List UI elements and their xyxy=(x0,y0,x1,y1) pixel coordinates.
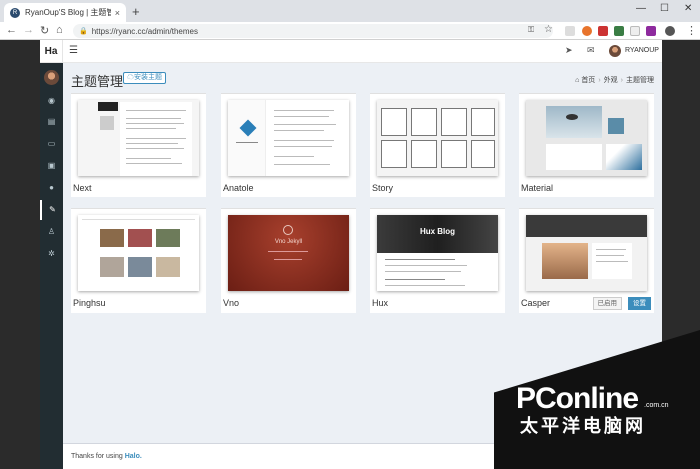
breadcrumb: ⌂ 首页 › 外观 › 主题管理 xyxy=(575,77,654,84)
breadcrumb-appearance[interactable]: 外观 xyxy=(604,77,618,84)
posts-icon[interactable]: ▤ xyxy=(40,112,63,132)
key-icon[interactable]: ⚿ xyxy=(528,25,534,35)
hux-thumb-title: Hux Blog xyxy=(419,227,456,236)
extension-icon[interactable] xyxy=(646,26,656,36)
theme-preview xyxy=(78,215,199,291)
username[interactable]: RYANOUP xyxy=(625,47,659,54)
watermark-text: PConline xyxy=(516,382,639,415)
back-icon[interactable]: ← xyxy=(6,24,17,36)
menu-toggle-icon[interactable]: ☰ xyxy=(69,45,78,56)
settings-gear-icon[interactable]: ✲ xyxy=(40,244,63,264)
tab-close-icon[interactable]: × xyxy=(115,8,120,18)
theme-name: Pinghsu xyxy=(73,298,106,308)
extension-icon[interactable] xyxy=(630,26,640,36)
theme-name: Next xyxy=(73,183,92,193)
theme-card-material[interactable]: Material xyxy=(519,93,654,197)
extension-icon[interactable] xyxy=(614,26,624,36)
user-icon[interactable]: ♙ xyxy=(40,222,63,242)
theme-name: Hux xyxy=(372,298,389,308)
forward-icon[interactable]: → xyxy=(23,24,34,36)
pages-icon[interactable]: ▭ xyxy=(40,134,63,154)
footer-text: Thanks for using Halo. xyxy=(71,453,142,460)
browser-tabbar: R RyanOup'S Blog | 主题管理 × + — ☐ ✕ xyxy=(0,0,700,22)
brand-logo[interactable]: Ha xyxy=(40,40,63,63)
theme-card-casper[interactable]: Casper 已启用 设置 xyxy=(519,208,654,313)
new-tab-button[interactable]: + xyxy=(132,4,140,19)
theme-name: Anatole xyxy=(223,183,254,193)
browser-tab[interactable]: R RyanOup'S Blog | 主题管理 × xyxy=(4,3,126,22)
theme-name: Casper xyxy=(521,298,551,308)
window-maximize-button[interactable]: ☐ xyxy=(660,3,669,14)
window-minimize-button[interactable]: — xyxy=(636,3,646,14)
theme-settings-button[interactable]: 设置 xyxy=(628,297,651,310)
sidebar-avatar xyxy=(44,70,59,85)
lock-icon: 🔒 xyxy=(79,28,88,35)
breadcrumb-current: 主题管理 xyxy=(626,77,654,84)
header-avatar[interactable] xyxy=(609,45,621,57)
dashboard-icon[interactable]: ◉ xyxy=(40,91,63,111)
install-theme-label: 安装主题 xyxy=(134,74,162,81)
breadcrumb-home[interactable]: 首页 xyxy=(581,77,595,84)
extension-icon[interactable] xyxy=(582,26,592,36)
theme-card-vno[interactable]: Vno Jekyll Vno xyxy=(221,208,356,313)
home-icon[interactable]: ⌂ xyxy=(56,24,63,36)
theme-preview xyxy=(377,100,498,176)
appearance-brush-icon[interactable]: ✎ xyxy=(40,200,63,220)
tab-title: RyanOup'S Blog | 主题管理 xyxy=(25,8,111,17)
top-header: ☰ ➤ ✉ RYANOUP xyxy=(63,40,662,63)
theme-name: Story xyxy=(372,183,394,193)
extension-icon[interactable] xyxy=(565,26,575,36)
theme-enabled-button[interactable]: 已启用 xyxy=(592,297,622,310)
pconline-watermark: PConline .com.cn 太平洋电脑网 xyxy=(494,330,700,469)
theme-preview: Hux Blog xyxy=(377,215,498,291)
footer-prefix: Thanks for using xyxy=(71,453,125,460)
extension-icon[interactable] xyxy=(598,26,608,36)
theme-name: Vno xyxy=(223,298,240,308)
vno-thumb-title: Vno Jekyll xyxy=(274,239,303,245)
install-theme-button[interactable]: ☁安装主题 xyxy=(123,72,166,84)
theme-card-story[interactable]: Story xyxy=(370,93,505,197)
browser-toolbar: ← → ↻ ⌂ 🔒 https://ryanc.cc/admin/themes … xyxy=(0,22,700,40)
page-title: 主题管理 xyxy=(71,74,124,89)
theme-preview xyxy=(228,100,349,176)
site-favicon-icon: R xyxy=(10,7,20,18)
mail-icon[interactable]: ✉ xyxy=(587,45,595,56)
theme-preview: Vno Jekyll xyxy=(228,215,349,291)
theme-card-next[interactable]: Next xyxy=(71,93,206,197)
theme-preview xyxy=(526,100,647,176)
theme-card-hux[interactable]: Hux Blog Hux xyxy=(370,208,505,313)
bookmark-star-icon[interactable]: ☆ xyxy=(544,24,553,35)
watermark-domain: .com.cn xyxy=(644,402,669,409)
theme-name: Material xyxy=(521,183,554,193)
url-text: https://ryanc.cc/admin/themes xyxy=(91,26,198,36)
comments-icon[interactable]: ● xyxy=(40,178,63,198)
address-bar[interactable]: 🔒 https://ryanc.cc/admin/themes xyxy=(73,24,553,38)
send-icon[interactable]: ➤ xyxy=(565,45,573,56)
halo-link[interactable]: Halo. xyxy=(125,453,142,460)
reload-icon[interactable]: ↻ xyxy=(40,24,49,37)
theme-preview xyxy=(526,215,647,291)
profile-avatar-icon[interactable] xyxy=(665,26,675,36)
theme-preview xyxy=(78,100,199,176)
browser-menu-icon[interactable]: ⋮ xyxy=(686,24,697,37)
theme-card-pinghsu[interactable]: Pinghsu xyxy=(71,208,206,313)
watermark-subtext: 太平洋电脑网 xyxy=(520,416,646,436)
window-close-button[interactable]: ✕ xyxy=(684,3,692,14)
attachments-icon[interactable]: ▣ xyxy=(40,156,63,176)
theme-card-anatole[interactable]: Anatole xyxy=(221,93,356,197)
cloud-upload-icon: ☁ xyxy=(127,74,134,81)
